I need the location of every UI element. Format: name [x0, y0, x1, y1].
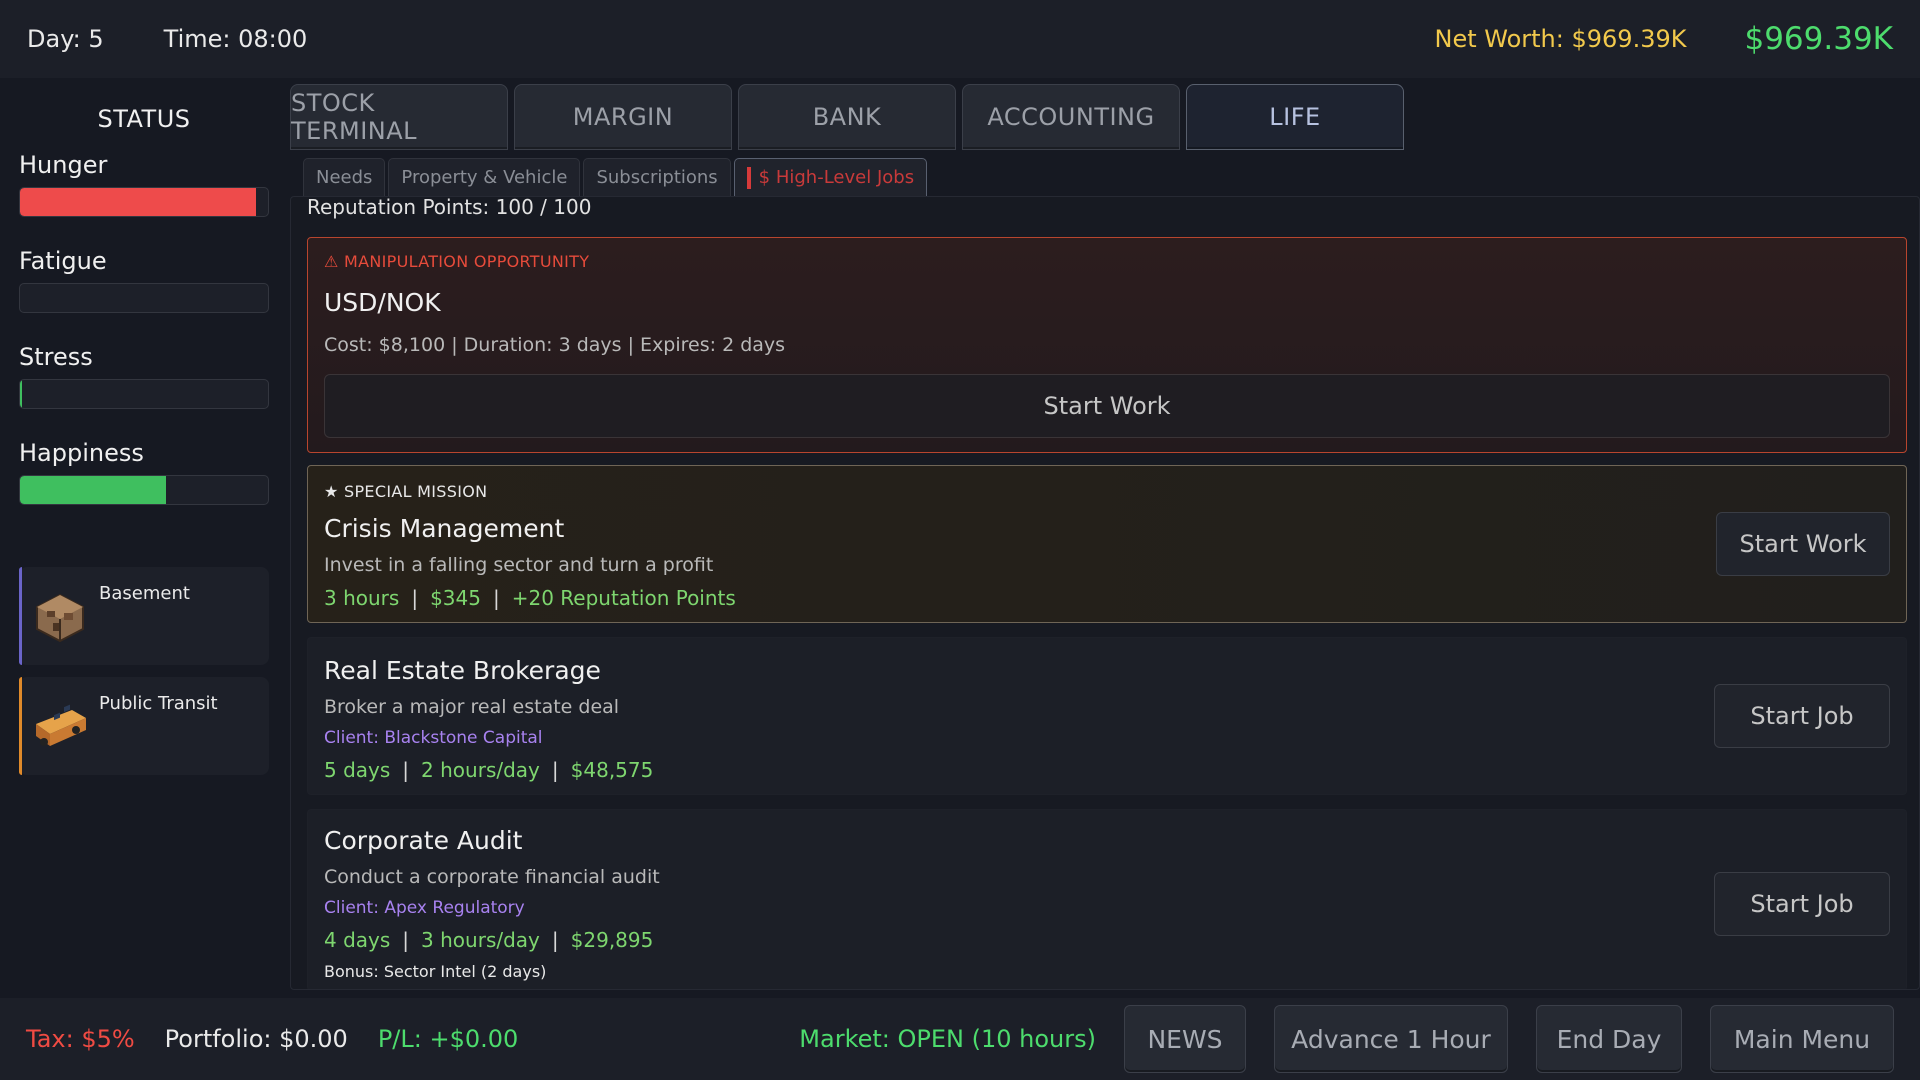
- sub-tab-bar: Needs Property & Vehicle Subscriptions $…: [303, 158, 928, 196]
- status-sidebar: STATUS Hunger Fatigue Stress Happiness B…: [0, 78, 288, 998]
- end-day-button[interactable]: End Day: [1536, 1005, 1682, 1073]
- stat-pay: $29,895: [570, 928, 654, 952]
- happiness-label: Happiness: [19, 439, 144, 467]
- active-indicator: [746, 166, 751, 189]
- stat-hours: 3 hours/day: [421, 928, 540, 952]
- start-job-button[interactable]: Start Job: [1714, 684, 1890, 748]
- fatigue-meter: [19, 283, 269, 313]
- hunger-fill: [20, 188, 256, 216]
- net-worth: Net Worth: $969.39K: [1434, 25, 1687, 53]
- manipulation-card: ⚠ MANIPULATION OPPORTUNITY USD/NOK Cost:…: [307, 237, 1907, 453]
- special-start-work-button[interactable]: Start Work: [1716, 512, 1890, 576]
- main-tab-bar: STOCK TERMINAL MARGIN BANK ACCOUNTING LI…: [290, 84, 1404, 150]
- job-client: Client: Blackstone Capital: [324, 728, 543, 748]
- subtab-subscriptions[interactable]: Subscriptions: [583, 158, 731, 196]
- bottom-bar: Tax: $5% Portfolio: $0.00 P/L: +$0.00 Ma…: [0, 998, 1920, 1080]
- subtab-jobs-label: $ High-Level Jobs: [758, 167, 915, 188]
- advance-hour-button[interactable]: Advance 1 Hour: [1274, 1005, 1508, 1073]
- market-status: Market: OPEN (10 hours): [799, 1025, 1096, 1053]
- job-title: Real Estate Brokerage: [324, 656, 601, 685]
- reputation-points: Reputation Points: 100 / 100: [307, 196, 592, 219]
- happiness-fill: [20, 476, 167, 504]
- job-title: Corporate Audit: [324, 826, 523, 855]
- job-desc: Conduct a corporate financial audit: [324, 866, 660, 888]
- tab-margin[interactable]: MARGIN: [514, 84, 732, 150]
- start-job-button[interactable]: Start Job: [1714, 872, 1890, 936]
- job-card-real-estate: Real Estate Brokerage Broker a major rea…: [307, 637, 1907, 795]
- job-client: Client: Apex Regulatory: [324, 898, 525, 918]
- stat-days: 4 days: [324, 928, 391, 952]
- job-stats: 4 days | 3 hours/day | $29,895: [324, 928, 654, 952]
- subtab-high-level-jobs[interactable]: $ High-Level Jobs: [733, 158, 928, 196]
- subtab-needs[interactable]: Needs: [303, 158, 386, 196]
- job-stats: 5 days | 2 hours/day | $48,575: [324, 758, 654, 782]
- asset-accent: [19, 567, 22, 665]
- happiness-meter-group: Happiness: [19, 439, 269, 505]
- status-title: STATUS: [97, 105, 191, 133]
- subtab-needs-label: Needs: [316, 167, 373, 188]
- happiness-meter: [19, 475, 269, 505]
- bus-icon: [29, 697, 91, 759]
- news-button[interactable]: NEWS: [1124, 1005, 1246, 1073]
- hunger-meter-group: Hunger: [19, 151, 269, 217]
- asset-name-public-transit: Public Transit: [99, 693, 218, 714]
- special-mission-desc: Invest in a falling sector and turn a pr…: [324, 554, 714, 576]
- tab-life[interactable]: LIFE: [1186, 84, 1404, 150]
- stat-days: 5 days: [324, 758, 391, 782]
- stat-pay: $48,575: [570, 758, 654, 782]
- asset-name-basement: Basement: [99, 583, 190, 604]
- cash-balance: $969.39K: [1744, 21, 1893, 57]
- manipulation-details: Cost: $8,100 | Duration: 3 days | Expire…: [324, 334, 786, 356]
- stat-reputation: +20 Reputation Points: [511, 586, 736, 610]
- job-bonus: Bonus: Sector Intel (2 days): [324, 962, 547, 981]
- special-mission-card: ★ SPECIAL MISSION Crisis Management Inve…: [307, 465, 1907, 623]
- special-mission-tag: ★ SPECIAL MISSION: [324, 482, 488, 501]
- profit-loss: P/L: +$0.00: [377, 1025, 519, 1053]
- main-menu-button[interactable]: Main Menu: [1710, 1005, 1894, 1073]
- asset-accent: [19, 677, 22, 775]
- fatigue-label: Fatigue: [19, 247, 107, 275]
- stat-hours: 2 hours/day: [421, 758, 540, 782]
- stat-pay: $345: [430, 586, 481, 610]
- top-bar: Day: 5 Time: 08:00 Net Worth: $969.39K $…: [0, 0, 1920, 78]
- manipulation-tag: ⚠ MANIPULATION OPPORTUNITY: [324, 252, 590, 271]
- special-mission-title: Crisis Management: [324, 514, 565, 543]
- hunger-label: Hunger: [19, 151, 108, 179]
- tab-accounting[interactable]: ACCOUNTING: [962, 84, 1180, 150]
- fatigue-meter-group: Fatigue: [19, 247, 269, 313]
- time-display: Time: 08:00: [163, 25, 308, 53]
- start-work-button[interactable]: Start Work: [324, 374, 1890, 438]
- tab-bank[interactable]: BANK: [738, 84, 956, 150]
- basement-room-icon: [29, 587, 91, 649]
- stress-meter: [19, 379, 269, 409]
- stat-duration: 3 hours: [324, 586, 400, 610]
- portfolio-value: Portfolio: $0.00: [164, 1025, 348, 1053]
- stress-fill: [20, 380, 22, 408]
- subtab-subscriptions-label: Subscriptions: [596, 167, 718, 188]
- job-card-corporate-audit: Corporate Audit Conduct a corporate fina…: [307, 809, 1907, 989]
- special-mission-stats: 3 hours | $345 | +20 Reputation Points: [324, 586, 736, 610]
- jobs-panel: Reputation Points: 100 / 100 ⚠ MANIPULAT…: [290, 196, 1920, 990]
- subtab-property-vehicle[interactable]: Property & Vehicle: [388, 158, 581, 196]
- subtab-property-label: Property & Vehicle: [401, 167, 568, 188]
- stress-label: Stress: [19, 343, 93, 371]
- manipulation-title: USD/NOK: [324, 288, 441, 317]
- job-desc: Broker a major real estate deal: [324, 696, 620, 718]
- hunger-meter: [19, 187, 269, 217]
- stress-meter-group: Stress: [19, 343, 269, 409]
- asset-card-public-transit[interactable]: Public Transit: [19, 677, 269, 775]
- tax-rate: Tax: $5%: [26, 1025, 135, 1053]
- day-counter: Day: 5: [27, 25, 104, 53]
- tab-stock-terminal[interactable]: STOCK TERMINAL: [290, 84, 508, 150]
- asset-card-basement[interactable]: Basement: [19, 567, 269, 665]
